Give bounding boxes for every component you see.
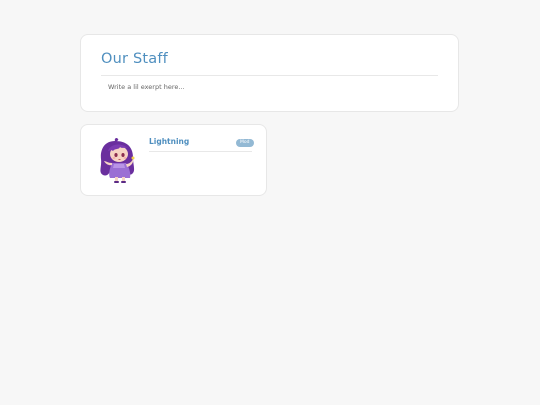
role-badge: Mod	[236, 139, 254, 147]
title-divider	[101, 75, 438, 76]
header-excerpt: Write a lil exerpt here...	[108, 83, 185, 91]
page: Our Staff Write a lil exerpt here... Lig…	[0, 0, 540, 405]
staff-name[interactable]: Lightning	[149, 137, 189, 146]
page-title: Our Staff	[101, 51, 168, 67]
staff-card[interactable]: Lightning Mod	[80, 124, 267, 196]
anime-character-avatar-icon	[100, 137, 135, 183]
avatar[interactable]	[95, 137, 141, 185]
header-card: Our Staff Write a lil exerpt here...	[80, 34, 459, 112]
name-divider	[149, 151, 252, 152]
